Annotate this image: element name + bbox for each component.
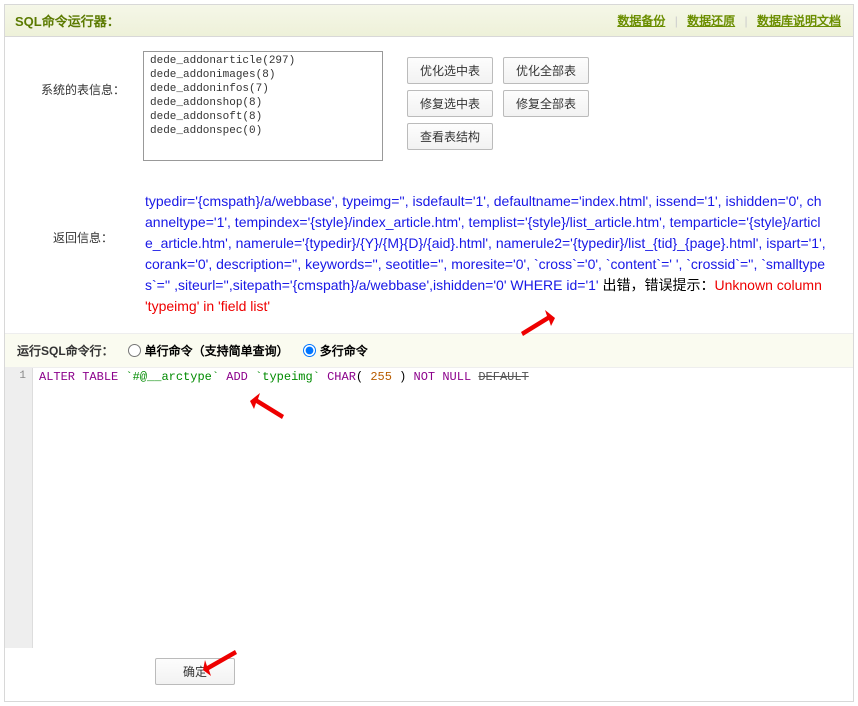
- return-info-label: 返回信息：: [23, 189, 143, 246]
- list-item[interactable]: dede_addonimages(8): [146, 68, 380, 82]
- button-grid: 优化选中表 优化全部表 修复选中表 修复全部表 查看表结构: [407, 51, 589, 150]
- radio-multi-input[interactable]: [303, 344, 316, 357]
- optimize-all-button[interactable]: 优化全部表: [503, 57, 589, 84]
- separator: |: [675, 14, 678, 28]
- link-docs[interactable]: 数据库说明文档: [757, 14, 841, 28]
- token-type: CHAR: [327, 370, 356, 384]
- table-info-section: 系统的表信息： dede_addonarticle(297) dede_addo…: [5, 37, 853, 175]
- code-area[interactable]: ALTER TABLE `#@__arctype` ADD `typeimg` …: [33, 368, 853, 648]
- list-item[interactable]: dede_addoninfos(7): [146, 82, 380, 96]
- return-info-section: 返回信息： typedir='{cmspath}/a/webbase', typ…: [5, 175, 853, 333]
- list-item[interactable]: dede_addonshop(8): [146, 96, 380, 110]
- link-restore[interactable]: 数据还原: [687, 14, 735, 28]
- token-keyword-strike: DEFAULT: [478, 370, 528, 384]
- table-info-label: 系统的表信息：: [23, 51, 143, 98]
- list-item[interactable]: dede_addonarticle(297): [146, 54, 380, 68]
- token-number: 255: [370, 370, 392, 384]
- submit-button[interactable]: 确定: [155, 658, 235, 685]
- sql-editor[interactable]: 1 ALTER TABLE `#@__arctype` ADD `typeimg…: [5, 368, 853, 648]
- token-paren: (: [356, 370, 363, 384]
- token-keyword: ALTER: [39, 370, 75, 384]
- link-backup[interactable]: 数据备份: [617, 14, 665, 28]
- view-structure-button[interactable]: 查看表结构: [407, 123, 493, 150]
- token-paren: ): [399, 370, 406, 384]
- repair-selected-button[interactable]: 修复选中表: [407, 90, 493, 117]
- radio-single-label: 单行命令（支持简单查询）: [145, 342, 289, 359]
- editor-gutter: 1: [5, 368, 33, 648]
- token-identifier: `typeimg`: [255, 370, 320, 384]
- line-number: 1: [5, 370, 26, 382]
- radio-single-input[interactable]: [128, 344, 141, 357]
- radio-multi-label: 多行命令: [320, 342, 368, 359]
- separator: |: [745, 14, 748, 28]
- list-item[interactable]: dede_addonsoft(8): [146, 110, 380, 124]
- token-keyword: TABLE: [82, 370, 118, 384]
- sql-run-bar: 运行SQL命令行： 单行命令（支持简单查询） 多行命令: [5, 333, 853, 368]
- header-links: 数据备份 | 数据还原 | 数据库说明文档: [615, 12, 843, 29]
- table-list[interactable]: dede_addonarticle(297) dede_addonimages(…: [143, 51, 383, 161]
- sql-run-label: 运行SQL命令行：: [17, 342, 114, 359]
- list-item[interactable]: dede_addonspec(0): [146, 124, 380, 138]
- header-bar: SQL命令运行器： 数据备份 | 数据还原 | 数据库说明文档: [5, 5, 853, 37]
- radio-single-line[interactable]: 单行命令（支持简单查询）: [128, 342, 289, 359]
- submit-row: 确定: [5, 648, 853, 701]
- repair-all-button[interactable]: 修复全部表: [503, 90, 589, 117]
- page-title: SQL命令运行器：: [15, 11, 120, 30]
- return-info-box[interactable]: typedir='{cmspath}/a/webbase', typeimg='…: [143, 189, 835, 319]
- radio-multi-line[interactable]: 多行命令: [303, 342, 368, 359]
- token-keyword: NOT NULL: [414, 370, 472, 384]
- token-identifier: `#@__arctype`: [125, 370, 219, 384]
- optimize-selected-button[interactable]: 优化选中表: [407, 57, 493, 84]
- return-info-msg: 出错，错误提示：: [599, 277, 715, 293]
- token-keyword: ADD: [226, 370, 248, 384]
